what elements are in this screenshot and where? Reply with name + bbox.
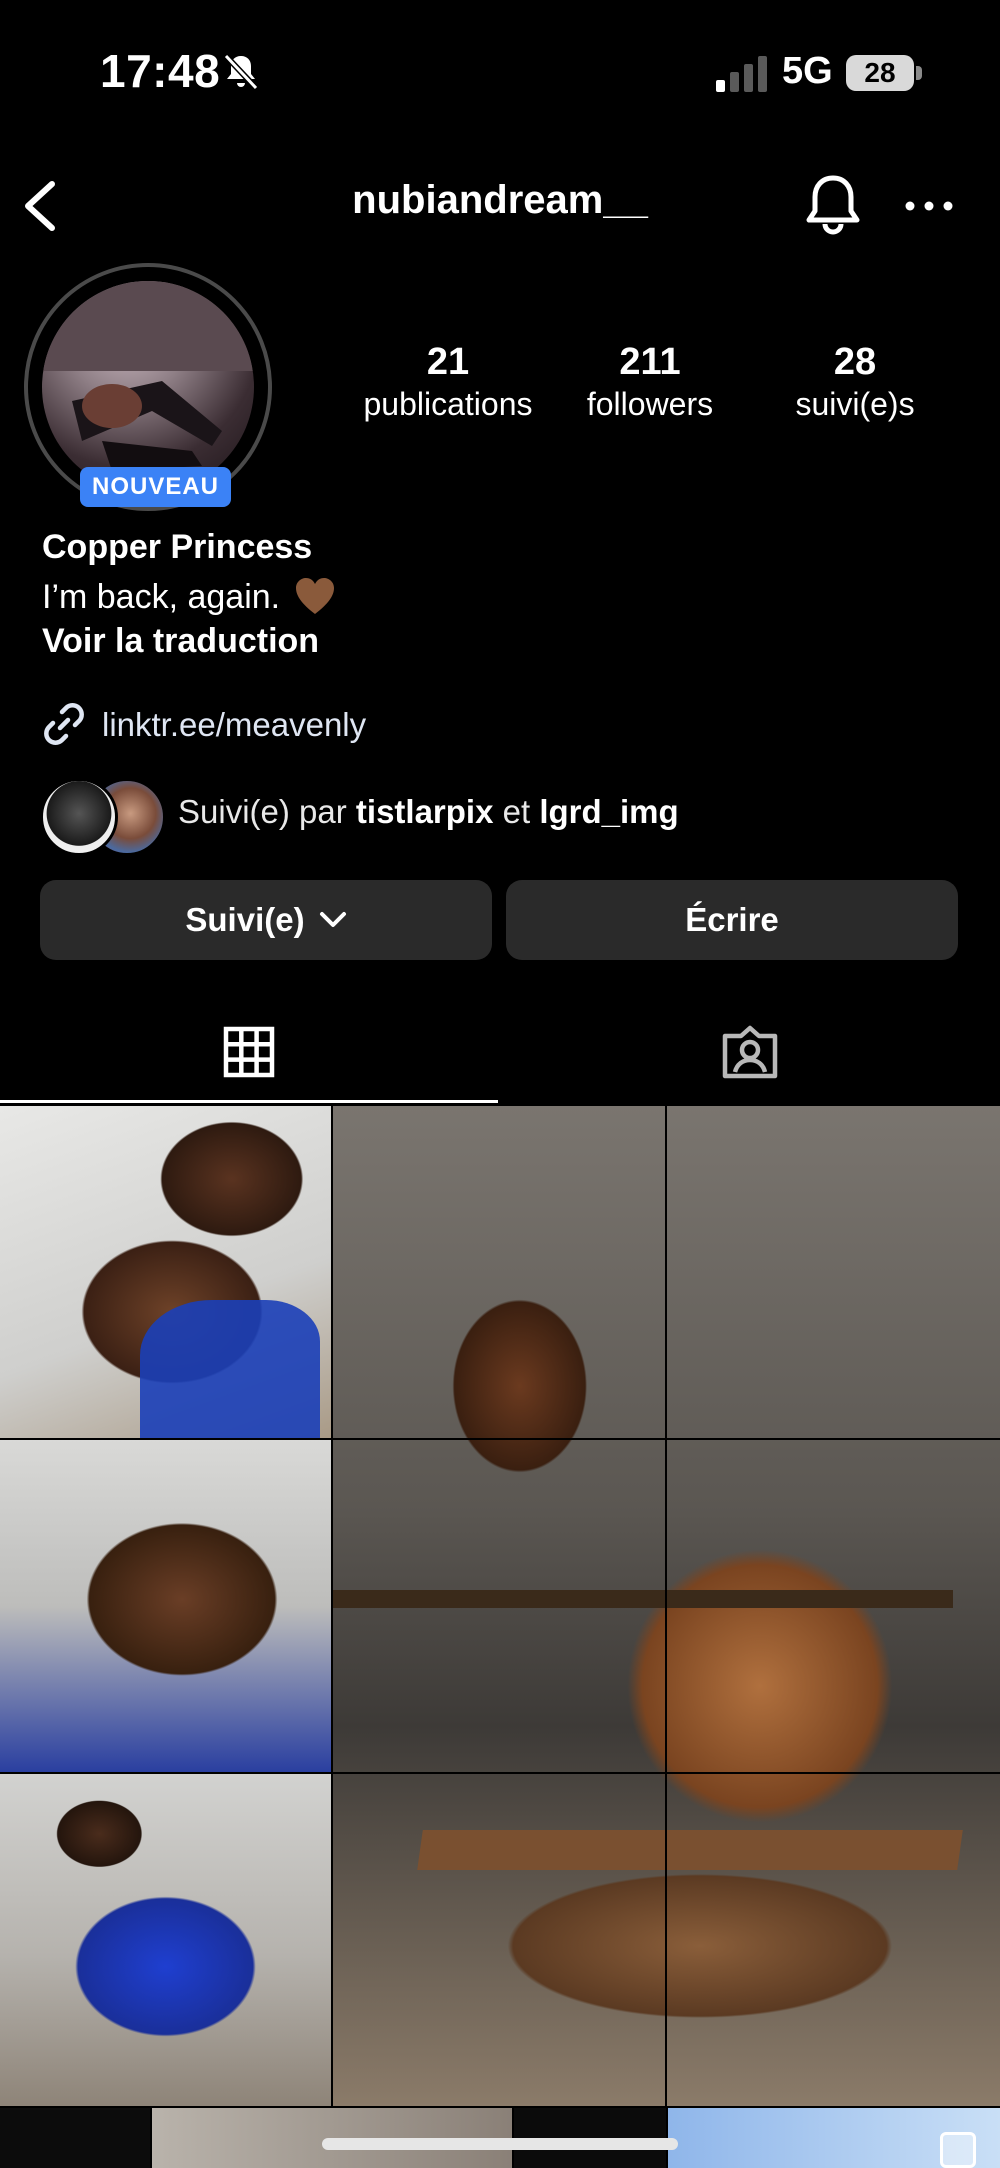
status-time: 17:48 (100, 45, 221, 97)
active-tab-indicator (0, 1100, 498, 1103)
follower-avatar[interactable] (40, 778, 118, 856)
avatar[interactable] (42, 281, 254, 493)
translate-link[interactable]: Voir la traduction (42, 622, 319, 661)
more-horizontal-icon[interactable] (904, 196, 954, 216)
stat-followers[interactable]: 211 followers (560, 340, 740, 424)
tagged-icon (722, 1025, 778, 1079)
heart-emoji-icon (296, 578, 334, 614)
bio-text: I’m back, again. (42, 578, 281, 616)
followed-by-user[interactable]: lgrd_img (539, 793, 678, 830)
stat-label: followers (586, 386, 714, 422)
network-label: 5G (782, 50, 833, 92)
stat-publications[interactable]: 21 publications (350, 340, 546, 424)
message-label: Écrire (685, 901, 779, 938)
post-thumbnail-detail (140, 1300, 320, 1438)
stat-value: 28 (833, 341, 877, 383)
stat-following[interactable]: 28 suivi(e)s (770, 340, 940, 424)
tab-tagged[interactable] (500, 1000, 1000, 1104)
tab-posts[interactable] (0, 1000, 498, 1104)
chevron-down-icon (319, 912, 346, 927)
profile-link[interactable]: linktr.ee/meavenly (102, 706, 366, 744)
followed-by-conj: et (502, 793, 531, 830)
stat-value: 211 (619, 341, 681, 383)
post-thumbnail[interactable] (0, 1440, 331, 1772)
home-indicator[interactable] (322, 2138, 678, 2150)
avatar-photo (42, 281, 254, 471)
grid-icon (223, 1026, 275, 1078)
post-thumbnail[interactable] (0, 2108, 150, 2168)
stat-value: 21 (426, 341, 470, 383)
message-button[interactable]: Écrire (506, 880, 958, 960)
stat-label: publications (363, 386, 533, 422)
bell-icon[interactable] (802, 172, 864, 238)
post-thumbnail-detail (417, 1830, 963, 1870)
grid-divider (333, 1438, 1000, 1440)
grid-divider (333, 1772, 1000, 1774)
signal-icon (716, 56, 767, 92)
battery-tip (916, 66, 922, 80)
bell-muted-icon (223, 53, 259, 91)
new-badge: NOUVEAU (80, 467, 232, 507)
display-name: Copper Princess (42, 528, 313, 566)
followed-by-prefix: Suivi(e) par (178, 793, 347, 830)
multi-post-icon (940, 2132, 976, 2168)
link-icon (44, 703, 84, 745)
grid-divider (331, 1106, 333, 2106)
grid-divider (665, 1106, 667, 2106)
post-thumbnail-detail (333, 1590, 953, 1608)
stat-label: suivi(e)s (795, 386, 915, 422)
following-button[interactable]: Suivi(e) (40, 880, 492, 960)
following-label: Suivi(e) (185, 901, 305, 938)
followed-by-text[interactable]: Suivi(e) par tistlarpix et lgrd_img (178, 793, 679, 831)
post-thumbnail[interactable] (0, 1774, 331, 2106)
battery-indicator: 28 (846, 55, 914, 91)
followed-by-user[interactable]: tistlarpix (356, 793, 494, 830)
